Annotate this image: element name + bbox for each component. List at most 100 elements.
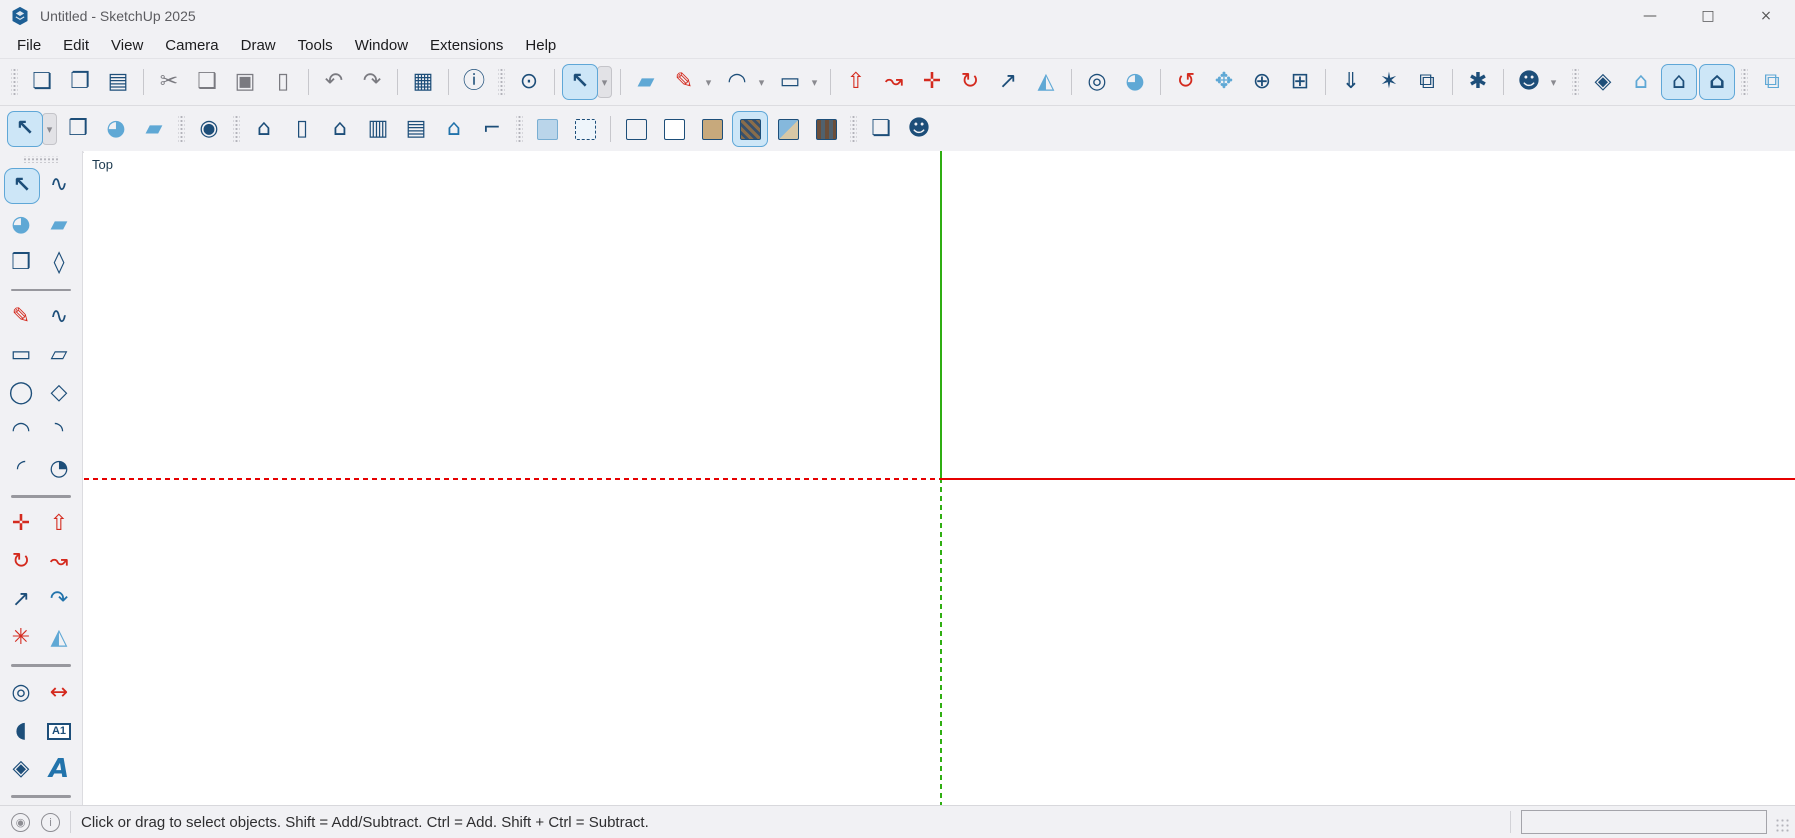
cut-button[interactable]: ✂ xyxy=(151,64,187,100)
extension-manager-button[interactable]: ✱ xyxy=(1460,64,1496,100)
axes-tool-button[interactable]: ✳ xyxy=(4,621,38,655)
rotate-tool-button[interactable]: ↻ xyxy=(4,545,38,579)
select-tool-button[interactable]: ↖ xyxy=(7,111,43,147)
toolbar-drag-handle[interactable] xyxy=(11,69,18,95)
display-section-cuts-button[interactable]: ⌂ xyxy=(1661,64,1697,100)
add-person-button[interactable]: ☻ xyxy=(901,111,937,147)
copy-button[interactable]: ❑ xyxy=(189,64,225,100)
delete-button[interactable]: ▯ xyxy=(265,64,301,100)
new-file-button[interactable]: ❏ xyxy=(24,64,60,100)
move-tool-button[interactable]: ✛ xyxy=(914,64,950,100)
account-button[interactable]: ☻ xyxy=(1511,64,1547,100)
menu-edit[interactable]: Edit xyxy=(52,35,100,56)
send-to-layout-button[interactable]: ⧉ xyxy=(1409,64,1445,100)
two-point-arc-tool-button[interactable]: ◝ xyxy=(42,414,76,448)
three-point-arc-tool-button[interactable]: ◜ xyxy=(4,452,38,486)
freehand-tool-button[interactable]: ∿ xyxy=(42,300,76,334)
extension-warehouse-button[interactable]: ✶ xyxy=(1371,64,1407,100)
paint-bucket-tool-button[interactable]: ◕ xyxy=(1117,64,1153,100)
section-plane-tool-button[interactable]: ◈ xyxy=(1585,64,1621,100)
shape-tool-dropdown-button[interactable]: ▾ xyxy=(807,65,822,99)
arc-tool-button[interactable]: ◠ xyxy=(719,64,755,100)
flip-tool-button[interactable]: ◭ xyxy=(1028,64,1064,100)
toolbar-drag-handle[interactable] xyxy=(233,116,240,142)
paint-bucket-tool-button[interactable]: ◕ xyxy=(4,208,38,242)
close-button[interactable]: × xyxy=(1737,0,1795,32)
style-shaded-textures-button[interactable] xyxy=(732,111,768,147)
menu-help[interactable]: Help xyxy=(514,35,567,56)
display-section-planes-button[interactable]: ⌂ xyxy=(1623,64,1659,100)
scale-tool-button[interactable]: ↗ xyxy=(4,583,38,617)
eraser-tool-button[interactable]: ▰ xyxy=(628,64,664,100)
dimension-tool-button[interactable]: ↔ xyxy=(42,676,76,710)
drawing-canvas[interactable]: Top xyxy=(84,151,1795,805)
select-tool-dropdown-button[interactable]: ▾ xyxy=(597,66,612,98)
style-photo-textured-button[interactable] xyxy=(808,111,844,147)
pan-tool-button[interactable]: ✥ xyxy=(1206,64,1242,100)
flip-tool-button[interactable]: ◭ xyxy=(42,621,76,655)
menu-camera[interactable]: Camera xyxy=(154,35,229,56)
minimize-button[interactable]: — xyxy=(1621,0,1679,32)
paint-bucket-tool-button[interactable]: ◕ xyxy=(98,111,134,147)
door-tool-button[interactable]: ▯ xyxy=(284,111,320,147)
rotated-rectangle-tool-button[interactable]: ▱ xyxy=(42,338,76,372)
line-tool-dropdown-button[interactable]: ▾ xyxy=(701,65,716,99)
house-builder-button[interactable]: ⌂ xyxy=(246,111,282,147)
open-file-button[interactable]: ❐ xyxy=(62,64,98,100)
circle-tool-button[interactable]: ◯ xyxy=(4,376,38,410)
redo-button[interactable]: ↷ xyxy=(354,64,390,100)
shape-tool-button[interactable]: ▭ xyxy=(772,64,808,100)
toolbar-drag-handle[interactable] xyxy=(178,116,185,142)
print-button[interactable]: ▦ xyxy=(405,64,441,100)
style-xray-button[interactable] xyxy=(529,111,565,147)
tape-measure-tool-button[interactable]: ◎ xyxy=(4,676,38,710)
zoom-tool-button[interactable]: ⊕ xyxy=(1244,64,1280,100)
style-hidden-line-button[interactable] xyxy=(656,111,692,147)
toolbar-drag-handle[interactable] xyxy=(850,116,857,142)
select-tool-button[interactable]: ↖ xyxy=(4,168,40,204)
push-pull-tool-button[interactable]: ⇧ xyxy=(42,507,76,541)
save-file-button[interactable]: ▤ xyxy=(100,64,136,100)
wall-profile-tool-button[interactable]: ⌐ xyxy=(474,111,510,147)
house-outline-tool-button[interactable]: ⌂ xyxy=(436,111,472,147)
display-section-fill-button[interactable]: ⌂ xyxy=(1699,64,1735,100)
polygon-tool-button[interactable]: ◇ xyxy=(42,376,76,410)
protractor-tool-button[interactable]: ◖ xyxy=(4,714,38,748)
follow-me-tool-button[interactable]: ↝ xyxy=(42,545,76,579)
credits-info-icon[interactable]: i xyxy=(41,813,60,832)
overlap-squares-button[interactable]: ⧉ xyxy=(1754,64,1790,100)
section-plane-tool-button[interactable]: ◈ xyxy=(4,752,38,786)
toolbar-drag-handle[interactable] xyxy=(1572,69,1579,95)
tag-tool-button[interactable]: ◊ xyxy=(42,246,76,280)
search-button[interactable]: ⊙ xyxy=(511,64,547,100)
3d-text-tool-button[interactable]: A xyxy=(42,752,76,786)
style-back-edges-button[interactable] xyxy=(567,111,603,147)
follow-me-tool-button[interactable]: ↝ xyxy=(876,64,912,100)
measurements-input[interactable] xyxy=(1521,810,1767,834)
move-tool-button[interactable]: ✛ xyxy=(4,507,38,541)
blank-document-button[interactable]: ❏ xyxy=(863,111,899,147)
scale-tool-button[interactable]: ↗ xyxy=(990,64,1026,100)
model-info-button[interactable]: ⓘ xyxy=(456,64,492,100)
menu-tools[interactable]: Tools xyxy=(287,35,344,56)
double-door-tool-button[interactable]: ▥ xyxy=(360,111,396,147)
rectangle-tool-button[interactable]: ▭ xyxy=(4,338,38,372)
toolbar-drag-handle[interactable] xyxy=(516,116,523,142)
pie-tool-button[interactable]: ◔ xyxy=(42,452,76,486)
tape-measure-tool-button[interactable]: ◎ xyxy=(1079,64,1115,100)
3d-warehouse-button[interactable]: ⇓ xyxy=(1333,64,1369,100)
paste-button[interactable]: ▣ xyxy=(227,64,263,100)
line-tool-button[interactable]: ✎ xyxy=(666,64,702,100)
zoom-extents-button[interactable]: ⊞ xyxy=(1282,64,1318,100)
toolbar-drag-handle[interactable] xyxy=(498,69,505,95)
menu-extensions[interactable]: Extensions xyxy=(419,35,514,56)
menu-window[interactable]: Window xyxy=(344,35,419,56)
palette-drag-handle[interactable] xyxy=(24,156,58,163)
text-tool-button[interactable]: A1 xyxy=(42,714,76,748)
menu-view[interactable]: View xyxy=(100,35,154,56)
offset-tool-button[interactable]: ↷ xyxy=(42,583,76,617)
line-tool-button[interactable]: ✎ xyxy=(4,300,38,334)
menu-file[interactable]: File xyxy=(6,35,52,56)
style-wireframe-button[interactable] xyxy=(618,111,654,147)
geolocation-status-icon[interactable]: ◉ xyxy=(11,813,30,832)
